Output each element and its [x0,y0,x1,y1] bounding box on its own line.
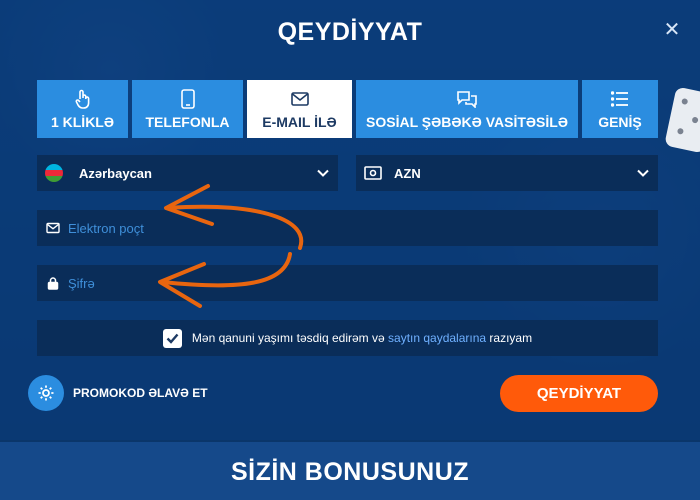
terms-link[interactable]: saytın qaydalarına [388,331,486,345]
annotation-arrow [164,184,304,250]
tab-extended[interactable]: GENİŞ [582,80,658,138]
tab-label: 1 KLİKLƏ [50,113,115,130]
tab-social[interactable]: SOSİAL ŞƏBƏKƏ VASİTƏSİLƏ [356,80,578,138]
hand-pointer-icon [75,89,91,109]
tab-email[interactable]: E-MAIL İLƏ [247,80,352,138]
checkmark-icon [166,333,179,344]
annotation-arrow [158,252,292,308]
terms-agreement: Mən qanuni yaşımı təsdiq edirəm və saytı… [37,320,658,356]
currency-select[interactable]: AZN [356,155,658,191]
terms-text-before: Mən qanuni yaşımı təsdiq edirəm və [191,331,389,345]
close-icon[interactable]: ✕ [662,20,682,40]
currency-value: AZN [394,165,421,181]
chat-icon [456,89,478,109]
bonus-title: SİZİN BONUSUNUZ [230,458,470,486]
envelope-icon [290,89,309,109]
modal-title: QEYDİYYAT [277,18,423,46]
promo-code-button[interactable] [28,375,64,411]
terms-text-after: razıyam [486,331,533,345]
tab-one-click[interactable]: 1 KLİKLƏ [37,80,128,138]
gear-icon [38,385,54,401]
country-value: Azərbaycan [79,165,152,181]
azerbaijan-flag-icon [45,164,63,182]
list-icon [611,89,629,109]
tab-label: E-MAIL İLƏ [262,113,337,130]
tab-label: SOSİAL ŞƏBƏKƏ VASİTƏSİLƏ [366,113,568,130]
phone-icon [180,88,195,109]
tab-phone[interactable]: TELEFONLA [132,80,243,138]
tab-label: GENİŞ [598,113,642,130]
lock-icon [47,277,59,290]
promo-code-label[interactable]: PROMOKOD ƏLAVƏ ET [73,386,208,400]
password-placeholder: Şifrə [68,275,95,291]
envelope-icon [46,222,60,234]
email-field[interactable]: Elektron poçt [37,210,658,246]
register-button[interactable]: QEYDİYYAT [500,375,658,412]
tab-label: TELEFONLA [145,113,230,130]
chevron-down-icon [317,169,329,177]
terms-text: Mən qanuni yaşımı təsdiq edirəm və saytı… [192,331,532,345]
password-field[interactable]: Şifrə [37,265,658,301]
terms-checkbox[interactable] [162,328,182,348]
money-icon [364,166,382,180]
chevron-down-icon [637,169,649,177]
email-placeholder: Elektron poçt [68,220,144,236]
